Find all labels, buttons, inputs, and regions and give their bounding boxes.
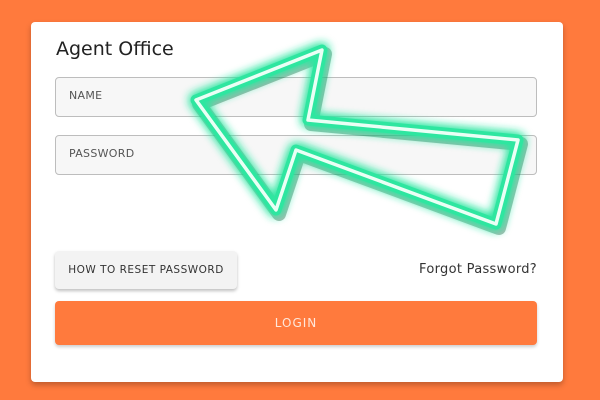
name-placeholder: NAME [69,89,103,102]
password-input[interactable]: PASSWORD [55,135,537,175]
forgot-password-link[interactable]: Forgot Password? [419,262,537,277]
login-button[interactable]: LOGIN [55,301,537,345]
login-card: Agent Office NAME PASSWORD HOW TO RESET … [31,22,563,382]
password-placeholder: PASSWORD [69,147,135,160]
reset-password-button[interactable]: HOW TO RESET PASSWORD [55,251,237,289]
page-title: Agent Office [56,38,174,60]
page-background: Agent Office NAME PASSWORD HOW TO RESET … [0,0,600,400]
name-input[interactable]: NAME [55,77,537,117]
